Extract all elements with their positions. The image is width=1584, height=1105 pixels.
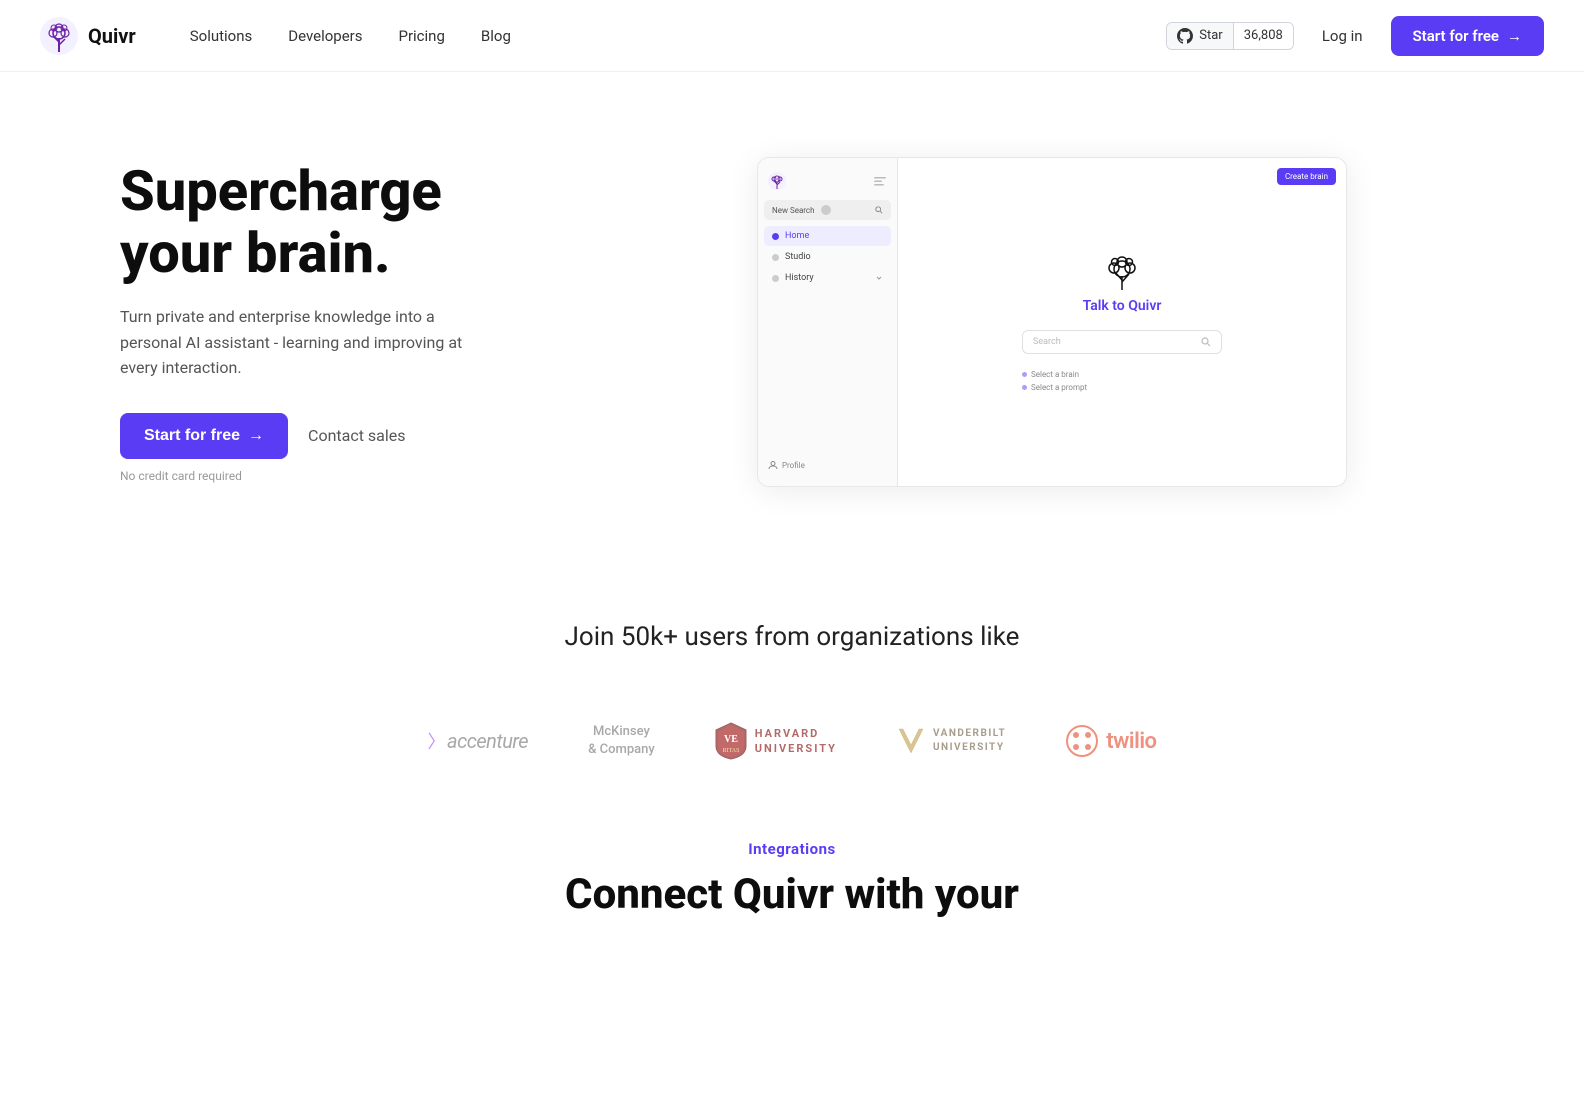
app-main-title: Talk to Quivr — [1083, 298, 1162, 314]
github-star-count: 36,808 — [1234, 23, 1293, 48]
app-search-icon — [1201, 337, 1211, 347]
svg-text:VE: VE — [724, 734, 738, 745]
app-hint-1-dot — [1022, 372, 1027, 377]
app-sidebar-collapse-icon[interactable] — [873, 174, 887, 188]
github-star-text: Star — [1199, 28, 1222, 43]
github-star-label-area: Star — [1167, 23, 1233, 49]
app-hint-2: Select a prompt — [1022, 383, 1087, 392]
integrations-label: Integrations — [40, 840, 1544, 858]
svg-text:RITAS: RITAS — [722, 748, 739, 754]
accenture-arrow-icon: 〉 — [428, 728, 446, 754]
app-nav-home[interactable]: Home — [764, 226, 891, 246]
app-profile-label[interactable]: Profile — [782, 461, 805, 470]
hero-section: Supercharge your brain. Turn private and… — [0, 72, 1584, 572]
search-tab-icon — [875, 206, 883, 214]
hero-subtitle: Turn private and enterprise knowledge in… — [120, 304, 480, 381]
app-search-tab-label: New Search — [772, 206, 815, 215]
app-sidebar-top — [758, 166, 897, 196]
harvard-logo: VE RITAS HARVARD UNIVERSITY — [715, 722, 837, 760]
twilio-text: twilio — [1106, 729, 1156, 754]
app-sidebar-bottom: Profile — [758, 452, 897, 478]
mckinsey-line1: McKinsey — [588, 723, 655, 741]
app-hint-1: Select a brain — [1022, 370, 1079, 379]
join-section: Join 50k+ users from organizations like — [0, 572, 1584, 712]
app-search-bar[interactable]: Search — [1022, 330, 1222, 354]
mckinsey-logo: McKinsey & Company — [588, 723, 655, 759]
app-nav-studio-label: Studio — [785, 252, 811, 262]
join-title: Join 50k+ users from organizations like — [40, 622, 1544, 652]
harvard-text: HARVARD UNIVERSITY — [755, 726, 837, 757]
login-link[interactable]: Log in — [1310, 19, 1375, 53]
github-icon — [1177, 28, 1193, 44]
app-nav-studio[interactable]: Studio — [764, 247, 891, 267]
app-search-tab-close[interactable] — [821, 205, 831, 215]
nav-solutions[interactable]: Solutions — [176, 19, 267, 53]
app-main-logo-icon — [1102, 252, 1142, 292]
twilio-icon — [1066, 725, 1098, 757]
twilio-logo: twilio — [1066, 725, 1156, 757]
app-nav-history-chevron — [875, 274, 883, 282]
app-sidebar-logo-icon — [768, 172, 786, 190]
app-sidebar: New Search Home Studio — [758, 158, 898, 486]
harvard-shield-icon: VE RITAS — [715, 722, 747, 760]
nav-right: Star 36,808 Log in Start for free → — [1166, 16, 1544, 56]
app-search-placeholder: Search — [1033, 337, 1061, 347]
vanderbilt-v-icon — [897, 725, 925, 757]
app-profile-icon — [768, 460, 778, 470]
accenture-logo: 〉 accenture — [428, 728, 529, 754]
app-nav-home-dot — [772, 233, 779, 240]
app-hint-2-dot — [1022, 385, 1027, 390]
hero-contact-link[interactable]: Contact sales — [308, 426, 405, 445]
navigation: Quivr Solutions Developers Pricing Blog … — [0, 0, 1584, 72]
app-nav-history[interactable]: History — [764, 268, 891, 288]
app-nav-home-label: Home — [785, 231, 809, 241]
integrations-section: Integrations Connect Quivr with your — [0, 800, 1584, 929]
nav-pricing[interactable]: Pricing — [384, 19, 458, 53]
vanderbilt-logo: VANDERBILT UNIVERSITY — [897, 725, 1006, 757]
hero-start-button[interactable]: Start for free → — [120, 413, 288, 459]
mckinsey-line2: & Company — [588, 741, 655, 759]
nav-blog[interactable]: Blog — [467, 19, 525, 53]
app-hints: Select a brain Select a prompt — [1022, 370, 1222, 392]
vanderbilt-text: VANDERBILT UNIVERSITY — [933, 727, 1006, 755]
brand-name: Quivr — [88, 24, 136, 48]
hero-no-cc-text: No credit card required — [120, 469, 540, 483]
logo-link[interactable]: Quivr — [40, 17, 136, 55]
nav-start-button[interactable]: Start for free → — [1391, 16, 1544, 56]
integrations-title: Connect Quivr with your — [40, 870, 1544, 919]
nav-links: Solutions Developers Pricing Blog — [176, 19, 1167, 53]
github-star-button[interactable]: Star 36,808 — [1166, 22, 1294, 50]
app-nav-history-dot — [772, 275, 779, 282]
app-main-area: Create brain Talk to Q — [898, 158, 1346, 486]
hero-title: Supercharge your brain. — [120, 161, 540, 284]
nav-developers[interactable]: Developers — [274, 19, 376, 53]
app-nav-history-label: History — [785, 273, 814, 283]
app-window: New Search Home Studio — [757, 157, 1347, 487]
quivr-logo-icon — [40, 17, 78, 55]
app-sidebar-nav: Home Studio History — [758, 222, 897, 292]
hero-screenshot: New Search Home Studio — [600, 157, 1504, 487]
app-search-tab[interactable]: New Search — [764, 200, 891, 220]
hero-text: Supercharge your brain. Turn private and… — [120, 161, 540, 483]
logos-row: 〉 accenture McKinsey & Company VE RITAS … — [0, 712, 1584, 800]
accenture-text: accenture — [447, 729, 528, 753]
hero-actions: Start for free → Contact sales — [120, 413, 540, 459]
app-nav-studio-dot — [772, 254, 779, 261]
app-create-brain-button[interactable]: Create brain — [1277, 168, 1336, 185]
